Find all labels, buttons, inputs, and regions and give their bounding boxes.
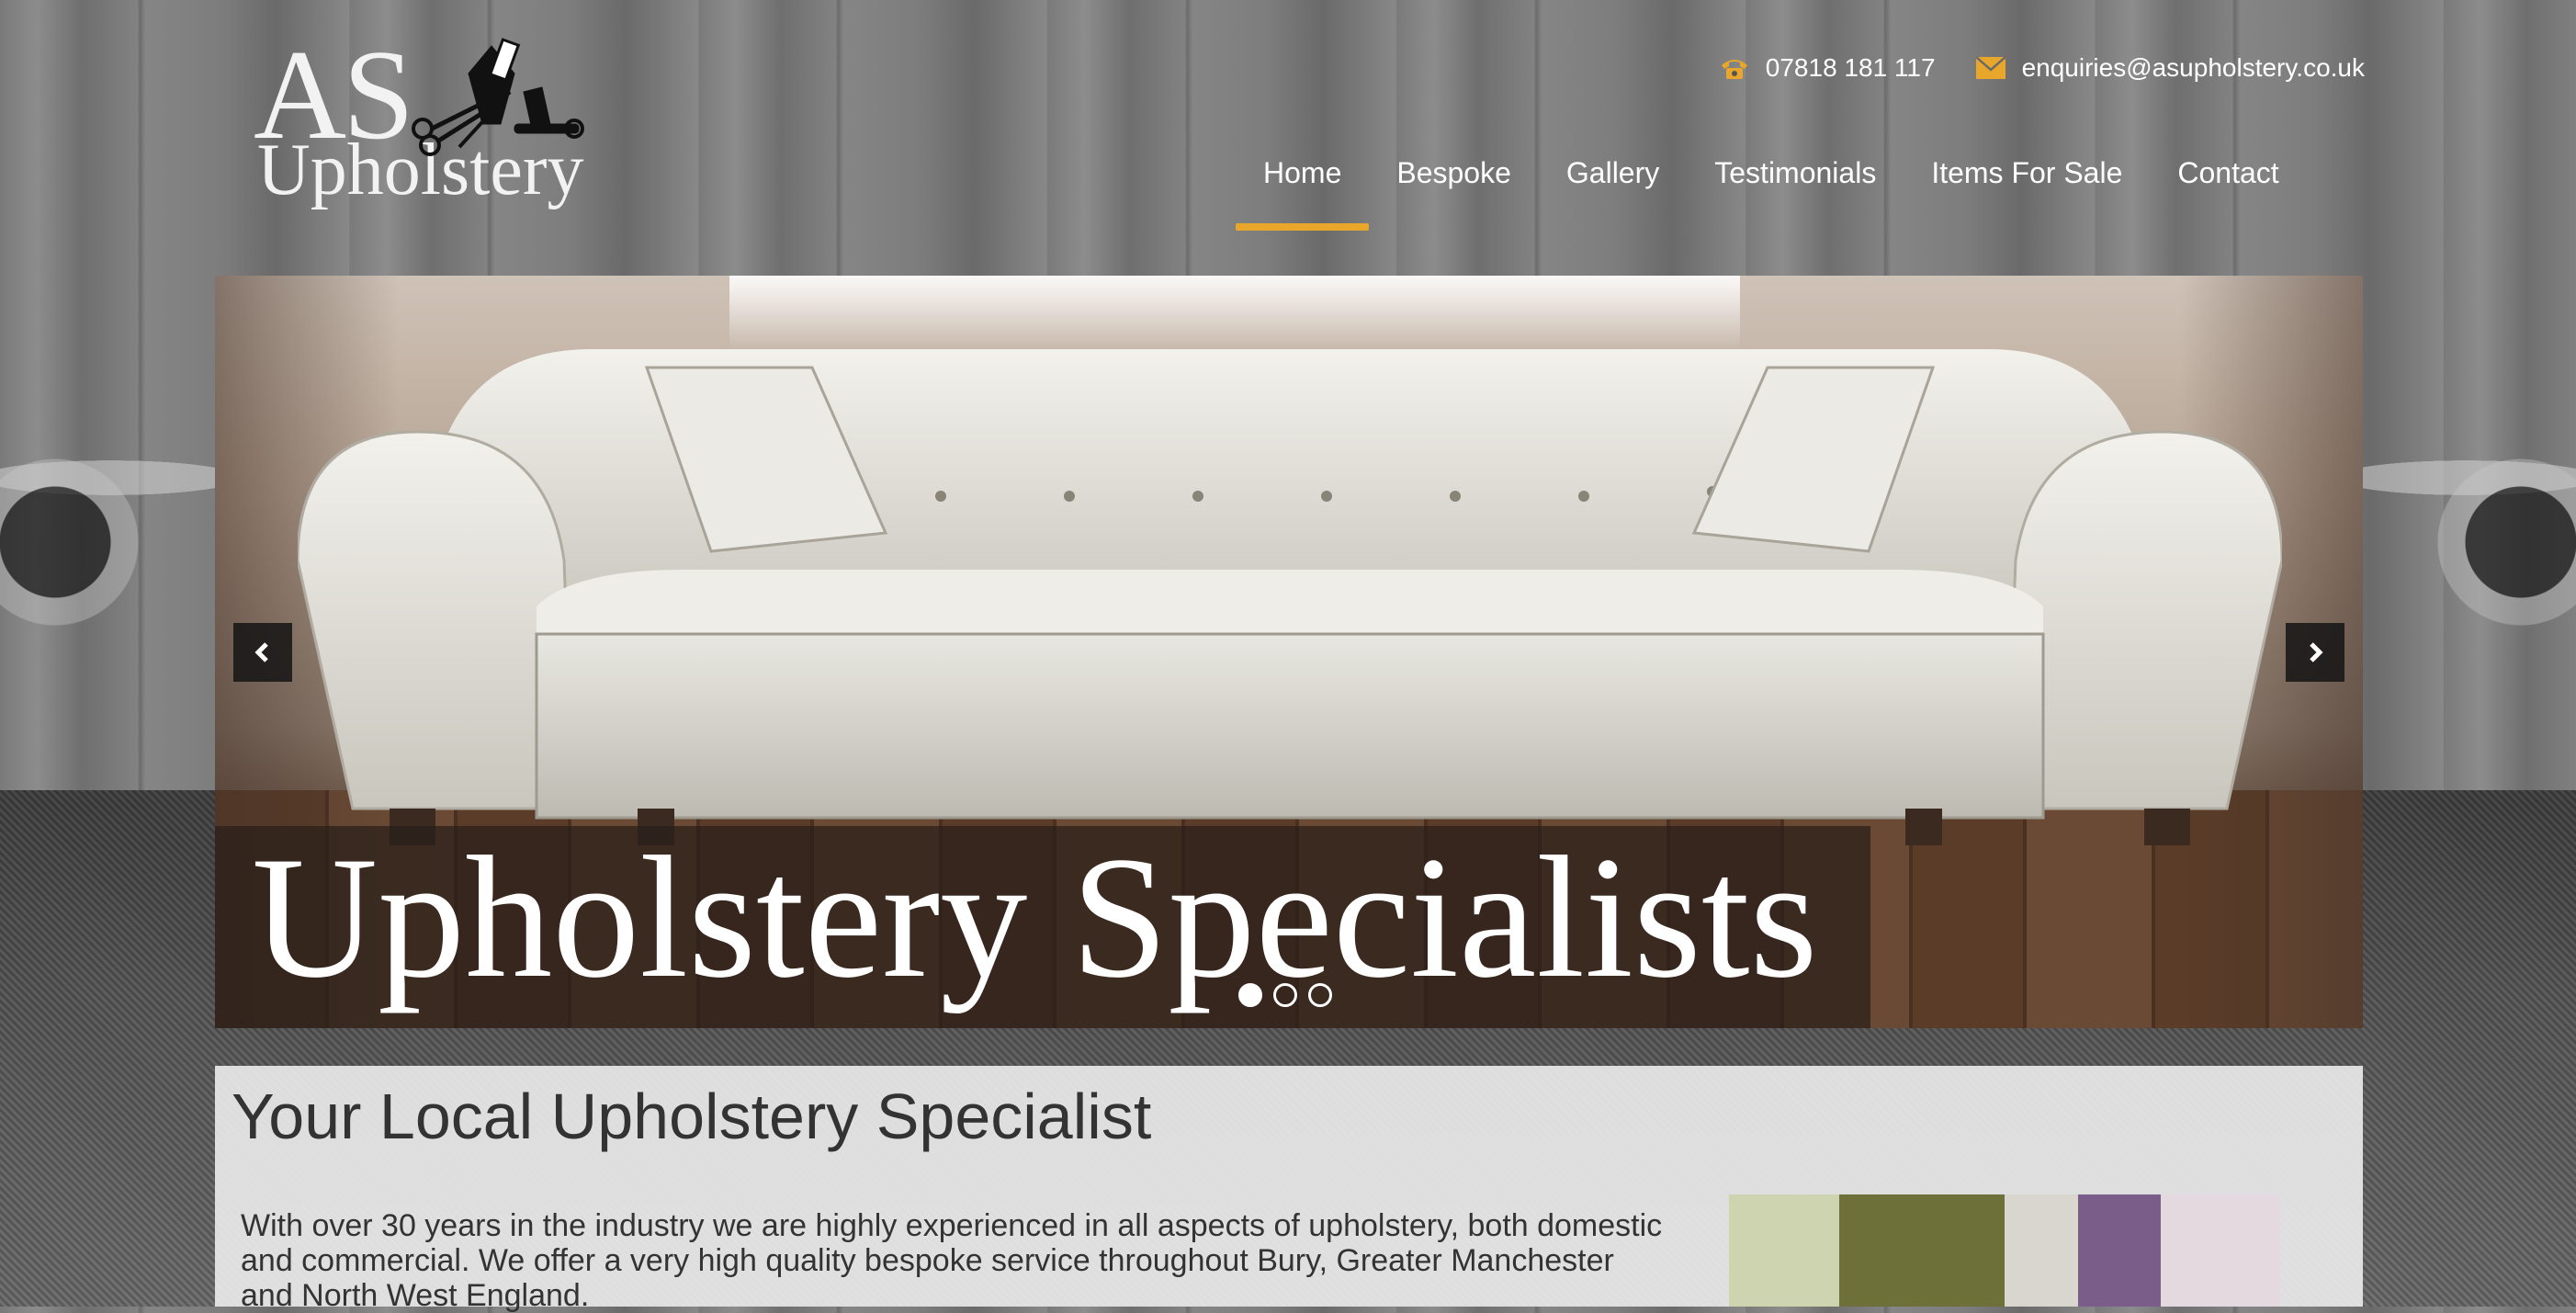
phone-number[interactable]: 07818 181 117 [1766, 53, 1936, 83]
intro-image [1729, 1194, 2280, 1307]
site-logo[interactable]: AS Upholstery [248, 28, 597, 211]
tools-icon [412, 38, 584, 156]
main-nav: Home Bespoke Gallery Testimonials Items … [1236, 138, 2307, 231]
slide-caption-text: Upholstery Specialists [252, 821, 1818, 1014]
nav-item-items-for-sale[interactable]: Items For Sale [1904, 138, 2150, 230]
nav-item-testimonials[interactable]: Testimonials [1687, 138, 1904, 230]
slider-dot-1[interactable] [1238, 983, 1262, 1007]
nav-item-home[interactable]: Home [1236, 138, 1370, 231]
slider-prev-button[interactable] [233, 623, 292, 682]
phone-contact[interactable]: 07818 181 117 [1720, 53, 1936, 83]
sofa-image [298, 349, 2282, 845]
chevron-left-icon [254, 642, 268, 662]
chevron-right-icon [2310, 642, 2323, 662]
intro-heading: Your Local Upholstery Specialist [232, 1081, 1152, 1152]
intro-section: Your Local Upholstery Specialist With ov… [215, 1066, 2363, 1313]
slider-dots [1238, 983, 1332, 1007]
intro-body: With over 30 years in the industry we ar… [241, 1208, 1663, 1313]
envelope-icon [1975, 57, 2005, 79]
contact-bar: 07818 181 117 enquiries@asupholstery.co.… [1720, 53, 2365, 83]
phone-icon [1721, 60, 1747, 79]
nav-item-gallery[interactable]: Gallery [1539, 138, 1687, 230]
hero-slider[interactable]: Upholstery Specialists [215, 276, 2363, 1028]
slider-dot-2[interactable] [1273, 983, 1297, 1007]
slider-next-button[interactable] [2286, 623, 2344, 682]
nav-item-contact[interactable]: Contact [2150, 138, 2306, 230]
slider-dot-3[interactable] [1308, 983, 1332, 1007]
email-address[interactable]: enquiries@asupholstery.co.uk [2022, 53, 2365, 83]
email-contact[interactable]: enquiries@asupholstery.co.uk [1975, 53, 2365, 83]
slide-caption: Upholstery Specialists [215, 821, 1870, 1028]
nav-item-bespoke[interactable]: Bespoke [1369, 138, 1539, 230]
